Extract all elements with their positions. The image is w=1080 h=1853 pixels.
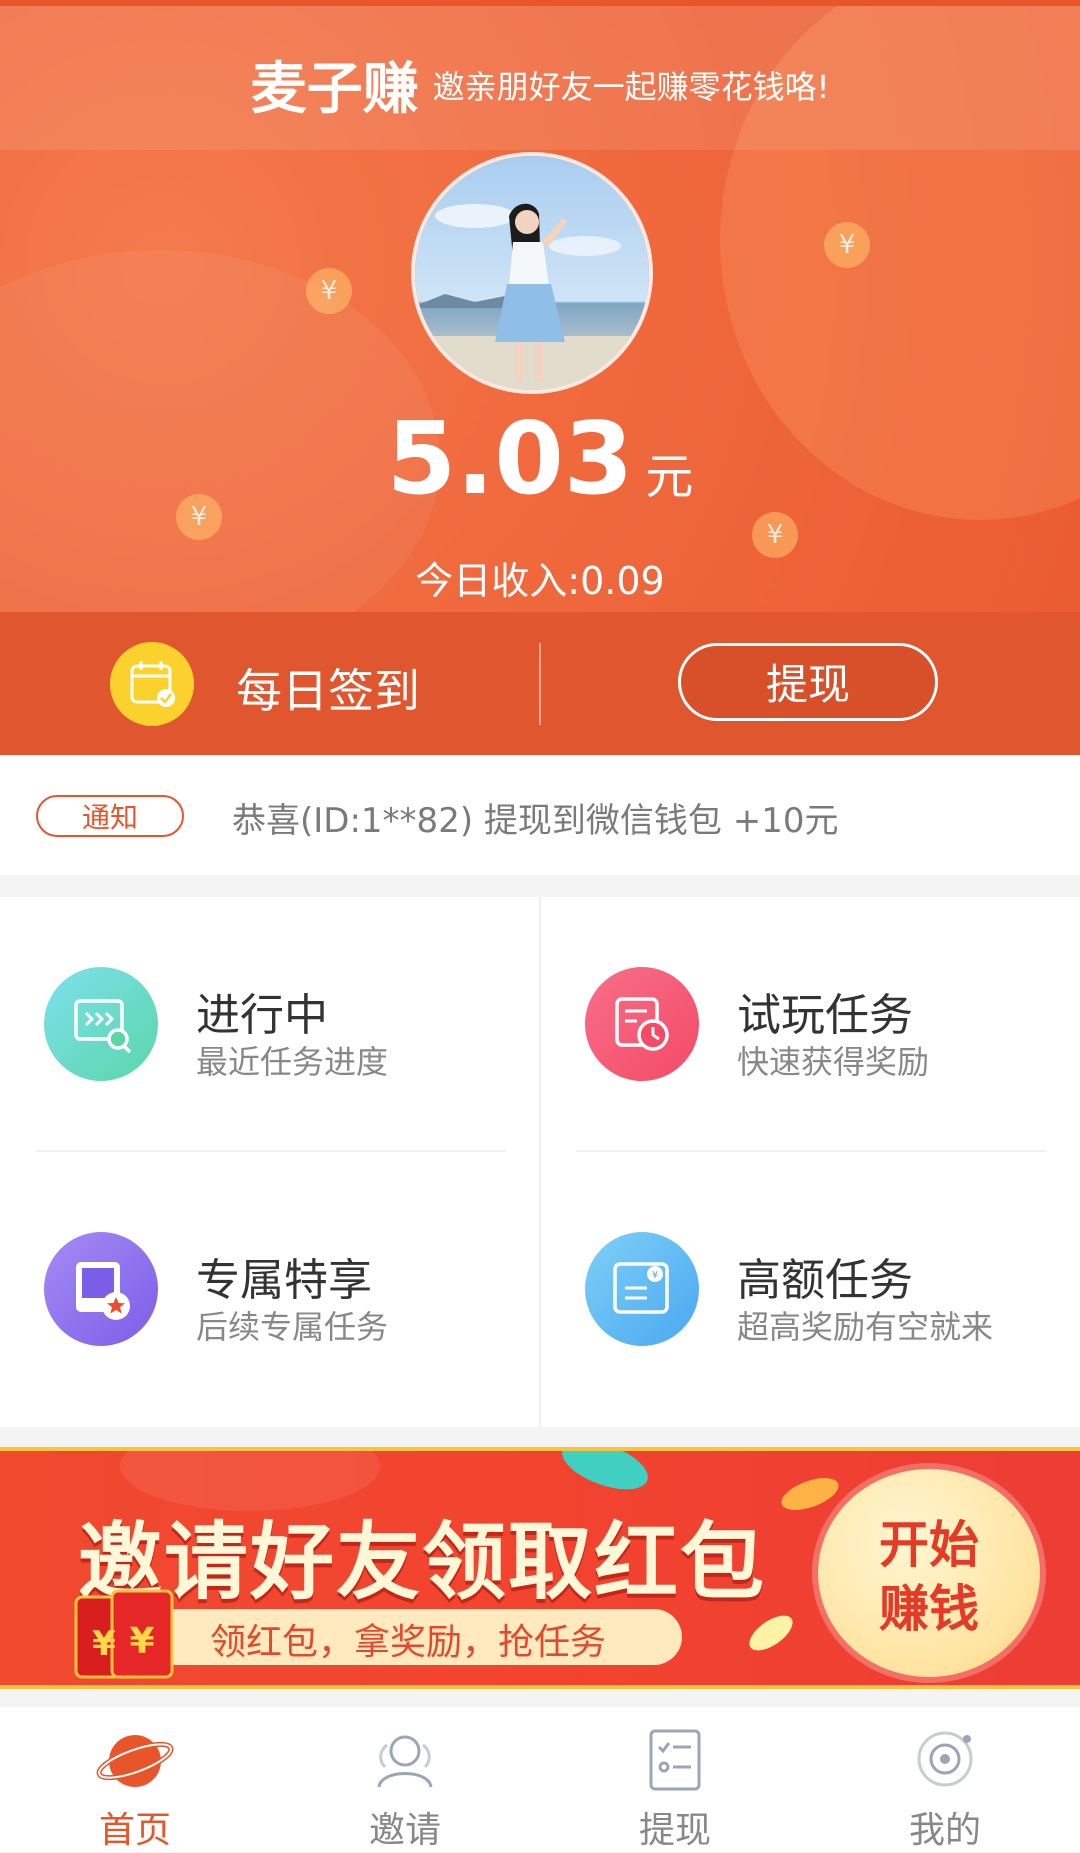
app-title: 麦子赚 邀亲朋好友一起赚零花钱咯! [0,44,1080,125]
banner-title: 邀请好友领取红包 [78,1513,767,1611]
avatar[interactable] [411,152,653,394]
grid-item-subtitle: 超高奖励有空就来 [737,1308,994,1346]
trial-clock-icon-svg [615,997,669,1051]
profile-galaxy-icon [917,1731,973,1787]
calendar-check-icon-svg [130,661,175,707]
invite-promo-banner[interactable]: 邀请好友领取红包 领红包，拿奖励，抢任务 ¥ ¥ 开始 赚钱 [0,1447,1080,1689]
svg-text:¥: ¥ [129,1621,154,1662]
notice-text[interactable]: 恭喜(ID:1**82) 提现到微信钱包 +10元 [232,793,838,842]
withdraw-list-icon [649,1729,701,1791]
invite-people-icon [377,1735,433,1788]
exclusive-star-icon-svg [76,1262,130,1320]
svg-text:¥: ¥ [652,1270,658,1281]
coin-icon: ¥ [824,222,870,268]
tab-withdraw[interactable]: 提现 [595,1725,755,1853]
tab-profile[interactable]: 我的 [865,1725,1025,1853]
balance-unit: 元 [645,449,694,505]
cta-line: 赚钱 [879,1580,979,1638]
decor-confetti [555,1451,655,1500]
grid-item-title: 试玩任务 [737,990,913,1041]
divider [539,643,541,725]
banner-subtitle: 领红包，拿奖励，抢任务 [210,1622,607,1663]
decor-confetti [777,1471,843,1517]
money-card-icon: ¥ [585,1232,699,1346]
task-progress-icon-svg [74,999,132,1054]
red-envelope-icon: ¥ ¥ [74,1587,174,1683]
status-strip [0,0,1080,6]
home-planet-icon [96,1735,174,1787]
grid-item-title: 高额任务 [737,1255,913,1306]
grid-item-subtitle: 最近任务进度 [196,1043,389,1081]
avatar-photo [415,156,649,390]
tab-label: 我的 [908,1810,981,1851]
grid-item-trial-task[interactable]: 试玩任务 快速获得奖励 [541,897,1080,1149]
tab-invite[interactable]: 邀请 [325,1725,485,1853]
grid-item-subtitle: 快速获得奖励 [737,1043,930,1081]
tab-label: 首页 [98,1810,171,1851]
start-earning-label[interactable]: 开始 赚钱 [818,1513,1040,1641]
decor-confetti [743,1608,799,1658]
money-card-icon-svg: ¥ [613,1262,669,1314]
grid-item-subtitle: 后续专属任务 [196,1308,389,1346]
grid-item-high-reward[interactable]: ¥ 高额任务 超高奖励有空就来 [541,1152,1080,1427]
notice-badge: 通知 [36,795,184,837]
exclusive-star-icon [44,1232,158,1346]
red-envelope-icon-svg: ¥ ¥ [74,1589,174,1679]
svg-text:¥: ¥ [92,1624,116,1664]
grid-item-title: 进行中 [196,990,328,1041]
grid-item-in-progress[interactable]: 进行中 最近任务进度 [0,897,538,1149]
coin-icon: ¥ [306,268,352,314]
withdraw-button[interactable]: 提现 [678,643,938,721]
task-progress-icon [44,967,158,1081]
tab-label: 邀请 [368,1810,441,1851]
daily-checkin-button[interactable]: 每日签到 [236,655,420,721]
grid-item-exclusive[interactable]: 专属特享 后续专属任务 [0,1152,538,1427]
cta-line: 开始 [879,1516,979,1574]
tab-home[interactable]: 首页 [55,1725,215,1853]
brand-slogan: 邀亲朋好友一起赚零花钱咯! [432,67,830,106]
balance-display: 5.03 元 [0,400,1080,517]
brand-name: 麦子赚 [250,57,419,122]
bottom-tab-bar: 首页 邀请 提现 我的 [0,1707,1080,1852]
grid-item-title: 专属特享 [196,1255,372,1306]
calendar-check-icon[interactable] [110,642,194,726]
balance-amount: 5.03 [386,400,634,517]
tab-label: 提现 [638,1810,711,1851]
today-income: 今日收入:0.09 [415,559,665,603]
trial-clock-icon [585,967,699,1081]
